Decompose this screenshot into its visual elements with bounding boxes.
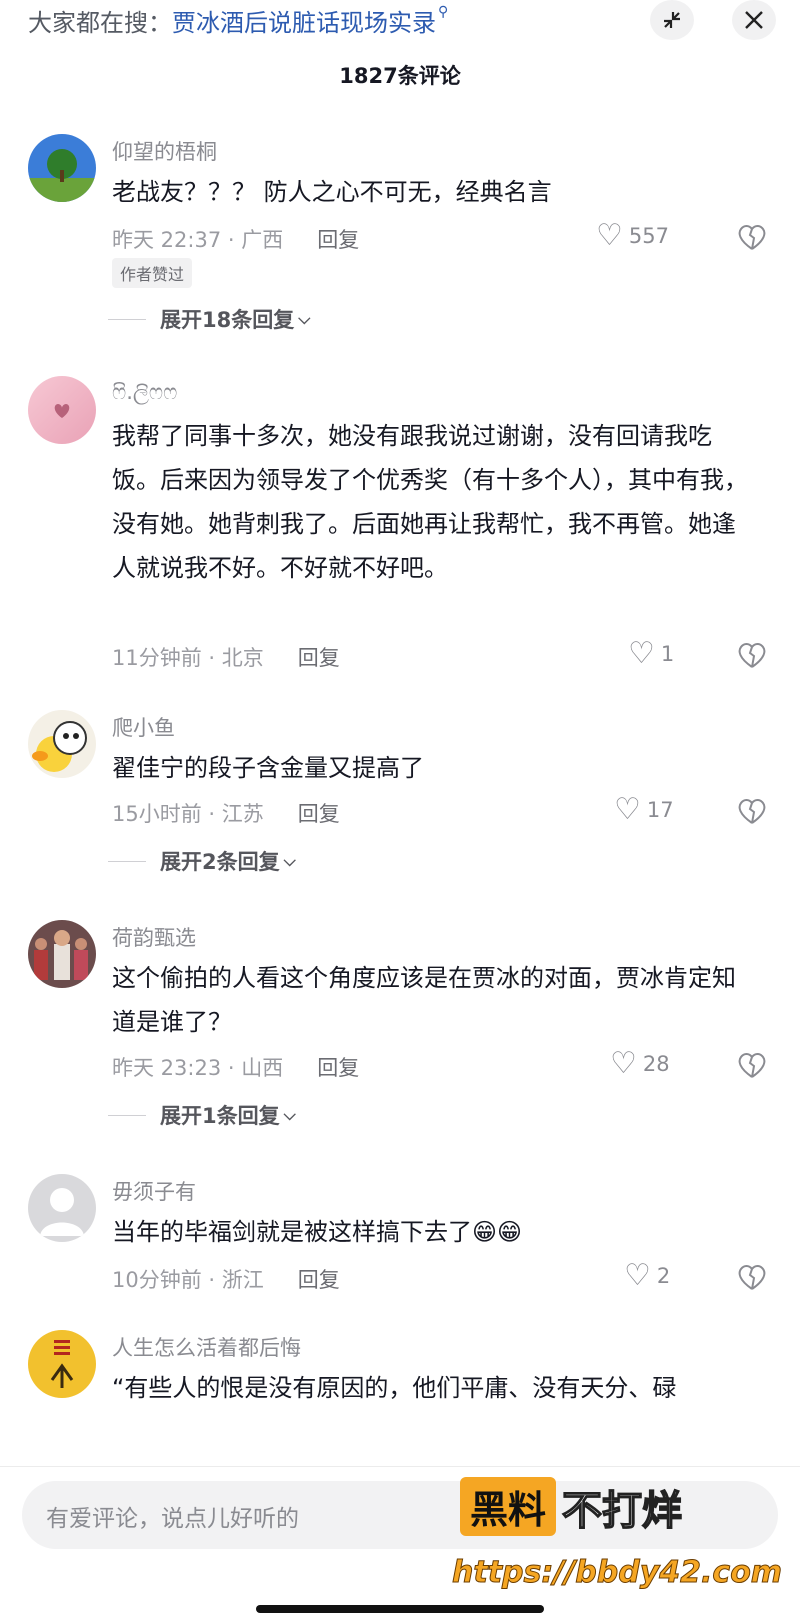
like-button[interactable]: ♡ 28 (610, 1046, 670, 1081)
expand-replies-label: 展开18条回复 (160, 308, 295, 332)
like-count: 17 (646, 797, 674, 822)
home-indicator[interactable] (256, 1605, 544, 1613)
comment-text: 翟佳宁的段子含金量又提高了 (112, 754, 424, 782)
heart-icon: ♡ (610, 1046, 637, 1081)
expand-replies-button[interactable]: 展开2条回复 ⌵ (108, 846, 296, 876)
username[interactable]: 仰望的梧桐 (112, 136, 217, 166)
watermark-url: https://bbdy42.com (451, 1555, 783, 1591)
avatar[interactable] (28, 710, 96, 778)
broken-heart-icon (738, 1265, 766, 1290)
comment-count: 1827条评论 (339, 64, 461, 88)
expand-replies-label: 展开2条回复 (160, 850, 280, 874)
comment-time-location: 昨天 22:37 · 广西 (112, 228, 284, 252)
comment-text: 当年的毕福剑就是被这样搞下去了😁😁 (112, 1218, 523, 1246)
broken-heart-icon (738, 1053, 766, 1078)
comment-time-location: 15小时前 · 江苏 (112, 802, 264, 826)
collapse-icon (664, 12, 680, 28)
comment-input-bar: 有爱评论，说点儿好听的 黑料 不打烊 https://bbdy42.com (0, 1466, 800, 1620)
comment-text: 我帮了同事十多次，她没有跟我说过谢谢，没有回请我吃饭。后来因为领导发了个优秀奖（… (112, 422, 748, 582)
username[interactable]: 毋须子有 (112, 1176, 196, 1206)
reply-button[interactable]: 回复 (317, 1052, 359, 1082)
dislike-button[interactable] (736, 222, 768, 252)
like-button[interactable]: ♡ 2 (624, 1258, 670, 1293)
avatar[interactable] (28, 134, 96, 202)
like-button[interactable]: ♡ 17 (614, 792, 674, 827)
expand-replies-label: 展开1条回复 (160, 1104, 280, 1128)
like-count: 28 (642, 1051, 670, 1076)
avatar[interactable] (28, 1174, 96, 1242)
comment-meta: 昨天 23:23 · 山西 回复 (112, 1052, 359, 1082)
close-button[interactable] (732, 0, 776, 40)
like-button[interactable]: ♡ 1 (628, 636, 674, 671)
comment-text: “有些人的恨是没有原因的，他们平庸、没有天分、碌 (112, 1374, 677, 1402)
reply-button[interactable]: 回复 (317, 224, 359, 254)
expand-replies-button[interactable]: 展开1条回复 ⌵ (108, 1100, 296, 1130)
username[interactable]: ෆි.ලිෆෆ (112, 380, 177, 405)
reply-button[interactable]: 回复 (298, 642, 340, 672)
like-count: 2 (656, 1263, 671, 1288)
username[interactable]: 人生怎么活着都后悔 (112, 1332, 301, 1362)
heart-icon: ♡ (596, 218, 623, 253)
avatar[interactable] (28, 1330, 96, 1398)
reply-button[interactable]: 回复 (298, 798, 340, 828)
avatar[interactable] (28, 920, 96, 988)
comment-time-location: 10分钟前 · 浙江 (112, 1268, 264, 1292)
chevron-down-icon: ⌵ (298, 309, 311, 328)
heart-icon: ♡ (624, 1258, 651, 1293)
search-suggestion-prefix: 大家都在搜： (28, 8, 172, 37)
comment-meta: 昨天 22:37 · 广西 回复 (112, 224, 359, 254)
search-icon: ⚲ (438, 4, 449, 20)
dislike-button[interactable] (736, 796, 768, 826)
watermark-slogan: 不打烊 (561, 1487, 683, 1535)
avatar[interactable] (28, 376, 96, 444)
collapse-button[interactable] (650, 0, 694, 40)
username[interactable]: 荷韵甄选 (112, 922, 196, 952)
comment-time-location: 昨天 23:23 · 山西 (112, 1056, 284, 1080)
dislike-button[interactable] (736, 1050, 768, 1080)
comment-meta: 10分钟前 · 浙江 回复 (112, 1264, 340, 1294)
watermark-brand: 黑料 (460, 1477, 557, 1536)
heart-icon: ♡ (628, 636, 655, 671)
comment-meta: 15小时前 · 江苏 回复 (112, 798, 340, 828)
broken-heart-icon (738, 643, 766, 668)
watermark-logo: 黑料 不打烊 (460, 1477, 683, 1536)
divider (108, 860, 146, 862)
search-suggestion-bar[interactable]: 大家都在搜： 贾冰酒后说脏话现场实录 ⚲ (28, 0, 448, 40)
comment-meta: 11分钟前 · 北京 回复 (112, 642, 340, 672)
dislike-button[interactable] (736, 1262, 768, 1292)
search-suggestion-link[interactable]: 贾冰酒后说脏话现场实录 (172, 3, 436, 38)
like-button[interactable]: ♡ 557 (596, 218, 669, 253)
broken-heart-icon (738, 225, 766, 250)
close-icon (745, 11, 763, 29)
like-count: 557 (628, 223, 669, 248)
heart-icon: ♡ (614, 792, 641, 827)
divider (108, 318, 146, 320)
dislike-button[interactable] (736, 640, 768, 670)
author-liked-badge: 作者赞过 (112, 258, 193, 288)
reply-button[interactable]: 回复 (298, 1264, 340, 1294)
comment-text: 老战友？？？ 防人之心不可无，经典名言 (112, 178, 552, 206)
chevron-down-icon: ⌵ (283, 1105, 296, 1124)
like-count: 1 (660, 641, 675, 666)
comment-time-location: 11分钟前 · 北京 (112, 646, 264, 670)
broken-heart-icon (738, 799, 766, 824)
comment-input-placeholder: 有爱评论，说点儿好听的 (46, 1506, 299, 1532)
comment-text: 这个偷拍的人看这个角度应该是在贾冰的对面，贾冰肯定知道是谁了？ (112, 964, 736, 1036)
divider (108, 1114, 146, 1116)
username[interactable]: 爬小鱼 (112, 712, 175, 742)
chevron-down-icon: ⌵ (283, 851, 296, 870)
expand-replies-button[interactable]: 展开18条回复 ⌵ (108, 304, 310, 334)
